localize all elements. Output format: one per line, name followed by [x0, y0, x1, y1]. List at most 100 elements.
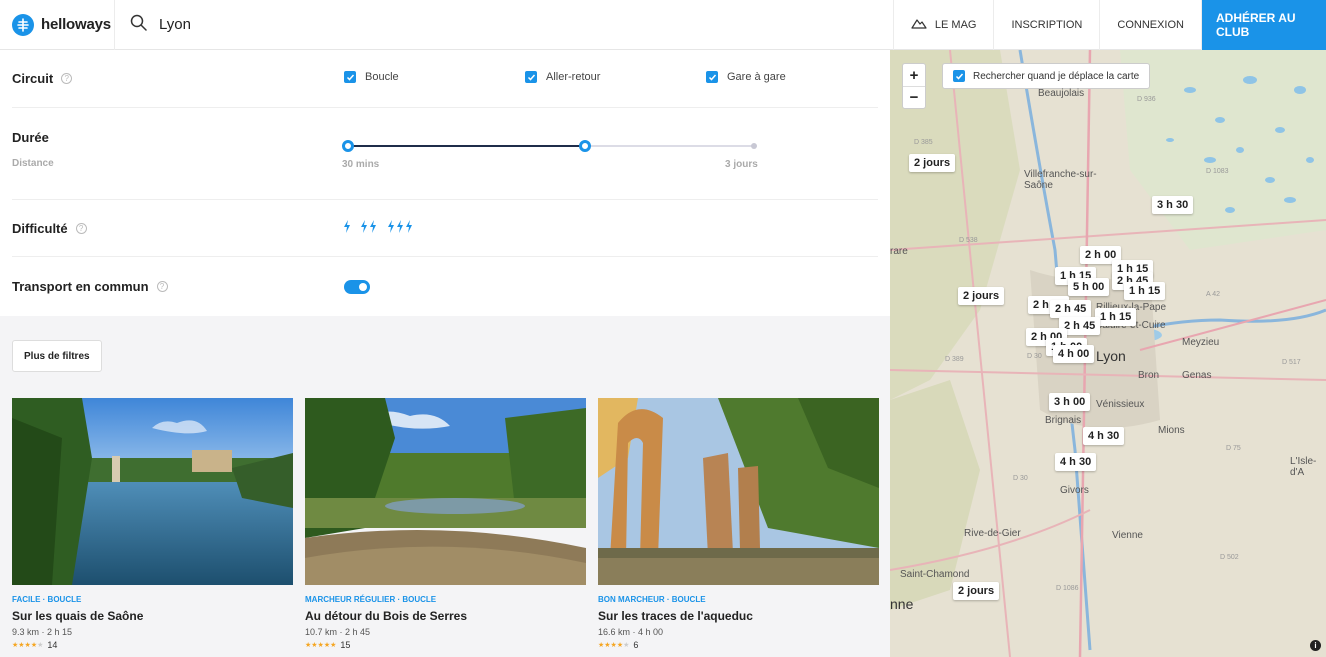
duration-min-label: 30 mins	[342, 159, 380, 170]
duration-slider-end	[751, 143, 757, 149]
zoom-out-button[interactable]: −	[903, 86, 925, 108]
checkbox-aller-retour[interactable]: Aller-retour	[525, 71, 600, 83]
map-road-label: D 502	[1220, 554, 1239, 561]
search-input[interactable]: Lyon	[159, 16, 191, 33]
nav-inscription[interactable]: INSCRIPTION	[993, 0, 1099, 50]
map-place-label: Brignais	[1045, 415, 1082, 426]
hike-card-image[interactable]	[305, 398, 586, 585]
hike-card-title[interactable]: Sur les traces de l'aqueduc	[598, 609, 879, 623]
duration-slider-max-handle[interactable]	[579, 140, 591, 152]
checkbox-checked-icon	[953, 70, 965, 82]
map-pin[interactable]: 1 h 15	[1124, 282, 1166, 300]
map-place-label: Rive-de-Gier	[964, 528, 1021, 539]
map-road-label: D 385	[914, 139, 933, 146]
map-pin[interactable]: 2 h 45	[1050, 300, 1092, 318]
difficulty-label-text: Difficulté	[12, 221, 68, 236]
difficulty-medium-icon[interactable]	[360, 220, 378, 238]
hike-card-meta: 9.3 km · 2 h 15	[12, 627, 73, 637]
search-bar[interactable]: Lyon	[115, 14, 893, 36]
hike-card-title[interactable]: Sur les quais de Saône	[12, 609, 293, 623]
map-road-label: A 42	[1206, 291, 1221, 298]
nav-le-mag[interactable]: LE MAG	[892, 0, 994, 50]
brand-logo[interactable]: helloways	[0, 0, 115, 50]
review-count: 15	[340, 640, 351, 650]
map[interactable]: + − Rechercher quand je déplace la carte…	[890, 50, 1326, 657]
distance-label-text: Distance	[12, 158, 54, 169]
map-place-label: Lyon	[1096, 348, 1126, 364]
helloways-logo-icon	[12, 13, 34, 36]
hike-card[interactable]: FACILE · BOUCLE Sur les quais de Saône 9…	[12, 398, 293, 650]
difficulty-options	[343, 220, 414, 238]
duree-filter-row: Durée Distance 30 mins 3 jours	[12, 108, 878, 200]
circuit-filter-row: Circuit ? Boucle Aller-retour Gare à gar…	[12, 50, 878, 108]
hike-card-rating: ★★★★★ 15	[305, 640, 586, 650]
more-filters-button[interactable]: Plus de filtres	[12, 340, 102, 372]
checkbox-boucle[interactable]: Boucle	[344, 71, 399, 83]
duree-label: Durée	[12, 130, 49, 145]
map-road-label: D 1086	[1056, 585, 1079, 592]
hike-card[interactable]: MARCHEUR RÉGULIER · BOUCLE Au détour du …	[305, 398, 586, 650]
duration-slider-fill	[348, 145, 586, 147]
map-place-label: Beaujolais	[1038, 88, 1085, 99]
map-road-label: D 75	[1226, 445, 1241, 452]
map-pin[interactable]: 3 h 30	[1152, 196, 1194, 214]
circuit-label-text: Circuit	[12, 71, 54, 86]
join-club-button[interactable]: ADHÉRER AU CLUB	[1201, 0, 1326, 50]
hike-card-tag: FACILE · BOUCLE	[12, 595, 82, 604]
map-pin[interactable]: 4 h 00	[1053, 345, 1095, 363]
help-icon[interactable]: ?	[156, 281, 168, 292]
map-road-label: D 936	[1137, 96, 1156, 103]
checkbox-checked-icon	[525, 71, 537, 83]
map-road-label: D 30	[1027, 353, 1042, 360]
hike-card-tag: BON MARCHEUR · BOUCLE	[598, 595, 706, 604]
hike-card-tag: MARCHEUR RÉGULIER · BOUCLE	[305, 595, 437, 604]
map-place-label: Genas	[1182, 370, 1212, 381]
duration-slider-min-handle[interactable]	[342, 140, 354, 152]
hike-card[interactable]: BON MARCHEUR · BOUCLE Sur les traces de …	[598, 398, 879, 650]
zoom-in-button[interactable]: +	[903, 64, 925, 86]
map-info-icon[interactable]: i	[1310, 640, 1321, 651]
map-pin[interactable]: 4 h 30	[1055, 453, 1097, 471]
map-place-label: Givors	[1060, 485, 1089, 496]
map-place-label: Meyzieu	[1182, 337, 1220, 348]
hike-card-title[interactable]: Au détour du Bois de Serres	[305, 609, 586, 623]
difficulty-hard-icon[interactable]	[387, 220, 414, 238]
nav-connexion[interactable]: CONNEXION	[1099, 0, 1201, 50]
hike-card-image[interactable]	[598, 398, 879, 585]
map-road-label: D 30	[1013, 475, 1028, 482]
transport-filter-row: Transport en commun ?	[12, 257, 878, 316]
checkbox-label: Aller-retour	[546, 71, 601, 83]
map-pin[interactable]: 4 h 30	[1083, 427, 1125, 445]
map-pin[interactable]: 1 h 15	[1095, 308, 1137, 326]
help-icon[interactable]: ?	[75, 223, 87, 234]
hike-card-image[interactable]	[12, 398, 293, 585]
distance-label[interactable]: Distance	[12, 158, 54, 169]
checkbox-checked-icon	[344, 71, 356, 83]
map-place-label: Vénissieux	[1096, 399, 1145, 410]
map-pin[interactable]: 2 jours	[953, 582, 1000, 600]
rating-stars-icon: ★★★★★	[305, 642, 337, 649]
help-icon[interactable]: ?	[61, 73, 73, 84]
map-pin[interactable]: 5 h 00	[1068, 278, 1110, 296]
map-place-label: nne	[890, 596, 914, 612]
review-count: 14	[47, 640, 58, 650]
map-pin[interactable]: 3 h 00	[1049, 393, 1091, 411]
checkbox-gare-a-gare[interactable]: Gare à gare	[706, 71, 786, 83]
transport-toggle[interactable]	[344, 280, 370, 294]
duration-max-label: 3 jours	[725, 159, 758, 170]
difficulty-filter-row: Difficulté ?	[12, 200, 878, 257]
hike-card-meta: 16.6 km · 4 h 00	[598, 627, 664, 637]
search-on-move-checkbox[interactable]: Rechercher quand je déplace la carte	[942, 63, 1151, 89]
transport-label: Transport en commun ?	[12, 279, 168, 294]
review-count: 6	[633, 640, 639, 650]
brand-name: helloways	[41, 16, 111, 33]
mountain-icon	[911, 18, 927, 32]
top-bar: helloways Lyon LE MAG INSCRIPTION CONNEX…	[0, 0, 1326, 50]
results-area: Plus de filtres FACILE · BOUCLE Sur les	[0, 316, 890, 657]
checkbox-label: Gare à gare	[727, 71, 786, 83]
difficulty-easy-icon[interactable]	[343, 220, 351, 238]
map-pin[interactable]: 2 jours	[958, 287, 1005, 305]
map-place-label: Saint-Chamond	[900, 569, 970, 580]
map-pin[interactable]: 2 jours	[909, 154, 956, 172]
map-place-label: L'Isle-d'A	[1290, 456, 1317, 478]
